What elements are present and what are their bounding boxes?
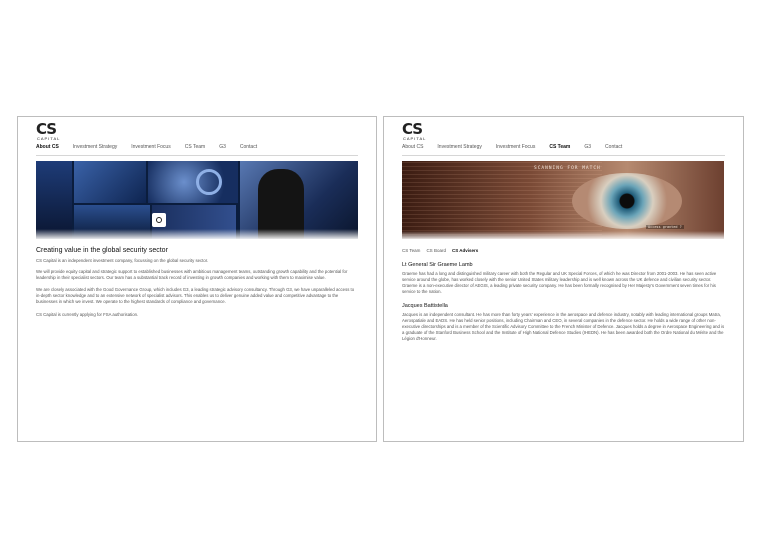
nav-investment-strategy[interactable]: Investment Strategy — [73, 144, 117, 153]
cs-capital-logo[interactable]: CS CAPITAL — [36, 120, 70, 141]
nav-g3[interactable]: G3 — [219, 144, 226, 153]
logo-subtext: CAPITAL — [403, 136, 427, 141]
intro-paragraph: CS Capital is an independent investment … — [36, 258, 209, 263]
cs-capital-logo[interactable]: CS CAPITAL — [402, 120, 436, 141]
hero-image-eye-scan: SCANNING FOR MATCH Access granted ? — [402, 161, 724, 239]
subnav-cs-team[interactable]: CS Team — [402, 248, 420, 253]
person-bio-battistella: Jacques is an independent consultant. He… — [402, 312, 725, 341]
nav-divider — [36, 155, 358, 156]
page-heading: Creating value in the global security se… — [36, 247, 168, 254]
subnav-cs-advisers[interactable]: CS Advisers — [452, 248, 478, 253]
access-caption: Access granted ? — [646, 225, 684, 229]
nav-g3[interactable]: G3 — [584, 144, 591, 153]
fsa-paragraph: CS Capital is currently applying for FSA… — [36, 312, 139, 317]
about-cs-page: CS CAPITAL About CS Investment Strategy … — [17, 116, 377, 442]
main-nav: About CS Investment Strategy Investment … — [402, 144, 725, 153]
nav-about-cs[interactable]: About CS — [36, 144, 59, 153]
nav-about-cs[interactable]: About CS — [402, 144, 423, 153]
nav-investment-strategy[interactable]: Investment Strategy — [437, 144, 481, 153]
target-icon — [152, 213, 166, 227]
nav-contact[interactable]: Contact — [240, 144, 257, 153]
person-name-lamb: Lt General Sir Graeme Lamb — [402, 262, 473, 268]
scan-caption: SCANNING FOR MATCH — [534, 166, 601, 171]
team-subnav: CS Team CS Board CS Advisers — [402, 248, 484, 253]
nav-investment-focus[interactable]: Investment Focus — [131, 144, 170, 153]
nav-investment-focus[interactable]: Investment Focus — [496, 144, 535, 153]
nav-divider — [402, 155, 725, 156]
eye-icon — [572, 173, 682, 229]
main-nav: About CS Investment Strategy Investment … — [36, 144, 358, 153]
nav-contact[interactable]: Contact — [605, 144, 622, 153]
person-bio-lamb: Graeme has had a long and distinguished … — [402, 271, 717, 294]
equity-paragraph: We will provide equity capital and strat… — [36, 269, 348, 280]
hero-image-security — [36, 161, 358, 239]
governance-paragraph: We are closely associated with the Good … — [36, 287, 355, 304]
nav-cs-team[interactable]: CS Team — [549, 144, 570, 153]
nav-cs-team[interactable]: CS Team — [185, 144, 205, 153]
subnav-cs-board[interactable]: CS Board — [426, 248, 446, 253]
cs-team-page: CS CAPITAL About CS Investment Strategy … — [383, 116, 744, 442]
person-name-battistella: Jacques Battistella — [402, 303, 448, 309]
logo-subtext: CAPITAL — [37, 136, 61, 141]
